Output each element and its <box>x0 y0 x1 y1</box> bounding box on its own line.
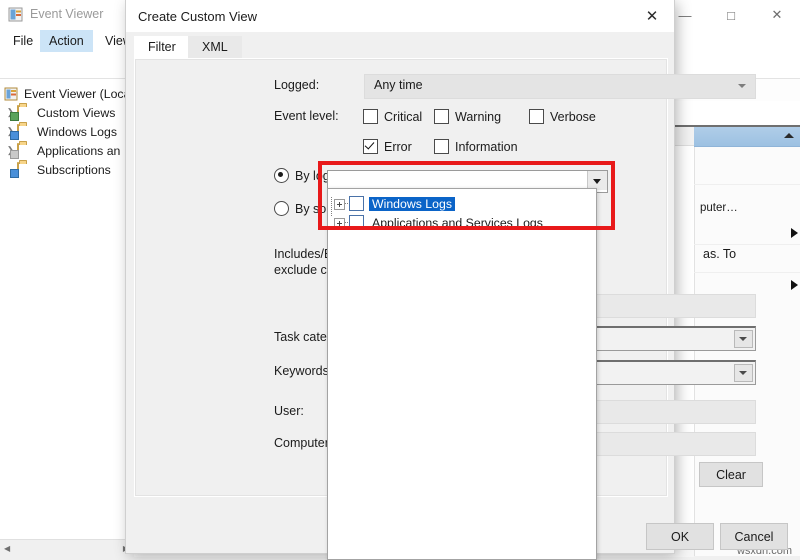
maximize-button[interactable]: □ <box>708 0 754 30</box>
checkbox-label: Critical <box>384 109 423 124</box>
tab-xml[interactable]: XML <box>188 36 242 58</box>
caret-up-icon[interactable] <box>784 133 794 138</box>
event-viewer-title: Event Viewer <box>30 7 104 21</box>
tree-item-windows-logs[interactable]: ❯ Windows Logs <box>0 122 133 141</box>
custom-views-folder-icon <box>10 104 34 121</box>
dialog-title: Create Custom View <box>138 9 257 24</box>
checkbox-icon[interactable] <box>434 139 449 154</box>
checkbox-checked-icon[interactable] <box>363 139 378 154</box>
event-ids-description-tail: as. To <box>703 247 737 261</box>
action-row-connect-to-another-computer[interactable]: puter… <box>694 196 800 220</box>
navigation-tree-pane[interactable]: Event Viewer (Local) ❯ Custom Views ❯ Wi… <box>0 79 137 539</box>
tree-item-label: Applications an <box>37 143 121 158</box>
tree-item-custom-views[interactable]: ❯ Custom Views <box>0 103 133 122</box>
user-label: User: <box>274 404 304 418</box>
event-logs-dropdown-list[interactable]: Windows Logs Applications and Services L… <box>327 188 597 560</box>
windows-logs-folder-icon <box>10 123 34 140</box>
checkbox-icon[interactable] <box>434 109 449 124</box>
event-viewer-icon <box>8 7 24 23</box>
tree-item-label: Event Viewer (Local) <box>24 86 138 101</box>
chevron-down-icon[interactable] <box>738 84 746 88</box>
action-row-submenu-2[interactable] <box>694 272 800 296</box>
logged-label: Logged: <box>274 78 320 92</box>
checkbox-icon[interactable] <box>529 109 544 124</box>
dialog-close-button[interactable]: ✕ <box>630 0 674 32</box>
radio-icon[interactable] <box>274 201 289 216</box>
tab-filter[interactable]: Filter <box>134 36 190 58</box>
tree-item-subscriptions[interactable]: Subscriptions <box>0 160 133 179</box>
ok-button[interactable]: OK <box>646 523 714 550</box>
applications-folder-icon <box>10 142 34 159</box>
cancel-button[interactable]: Cancel <box>720 523 788 550</box>
tree-item-applications-and-services-logs[interactable]: ❯ Applications an <box>0 141 133 160</box>
event-level-label: Event level: <box>274 109 339 123</box>
tree-item-label: Windows Logs <box>37 124 117 139</box>
checkbox-label: Information <box>455 139 518 154</box>
checkbox-label: Error <box>384 139 412 154</box>
checkbox-information[interactable]: Information <box>434 139 518 154</box>
actions-pane-selected-row[interactable] <box>694 127 800 147</box>
logged-value: Any time <box>374 78 423 92</box>
submenu-arrow-icon[interactable] <box>791 280 798 290</box>
subscriptions-folder-icon <box>10 161 34 178</box>
tree-horizontal-scrollbar[interactable]: ◀ ▶ <box>0 539 133 557</box>
action-row[interactable] <box>694 160 800 185</box>
chevron-down-icon <box>739 371 747 375</box>
checkbox-critical[interactable]: Critical <box>363 109 422 124</box>
keywords-label: Keywords: <box>274 364 333 378</box>
close-button[interactable]: ✕ <box>754 0 800 30</box>
radio-selected-icon[interactable] <box>274 168 289 183</box>
actions-pane-titlebar <box>694 101 800 127</box>
console-root-icon <box>4 87 21 101</box>
checkbox-error[interactable]: Error <box>363 139 412 154</box>
clear-button[interactable]: Clear <box>699 462 763 487</box>
scroll-left-icon[interactable]: ◀ <box>4 544 10 553</box>
checkbox-warning[interactable]: Warning <box>434 109 501 124</box>
checkbox-verbose[interactable]: Verbose <box>529 109 596 124</box>
submenu-arrow-icon[interactable] <box>791 228 798 238</box>
checkbox-label: Verbose <box>550 109 596 124</box>
action-label: puter… <box>700 202 738 214</box>
keywords-dropdown-button[interactable] <box>734 364 753 382</box>
task-category-dropdown-button[interactable] <box>734 330 753 348</box>
checkbox-label: Warning <box>455 109 502 124</box>
chevron-down-icon <box>739 337 747 341</box>
tree-item-label: Subscriptions <box>37 162 111 177</box>
action-row-submenu-1[interactable] <box>694 220 800 245</box>
menu-action[interactable]: Action <box>40 30 93 52</box>
tree-item-label: Custom Views <box>37 105 116 120</box>
dialog-titlebar: Create Custom View ✕ <box>126 0 674 32</box>
menu-file[interactable]: File <box>4 30 42 52</box>
tree-item-event-viewer-local[interactable]: Event Viewer (Local) <box>0 84 137 103</box>
highlight-annotation-box <box>318 161 615 230</box>
checkbox-icon[interactable] <box>363 109 378 124</box>
